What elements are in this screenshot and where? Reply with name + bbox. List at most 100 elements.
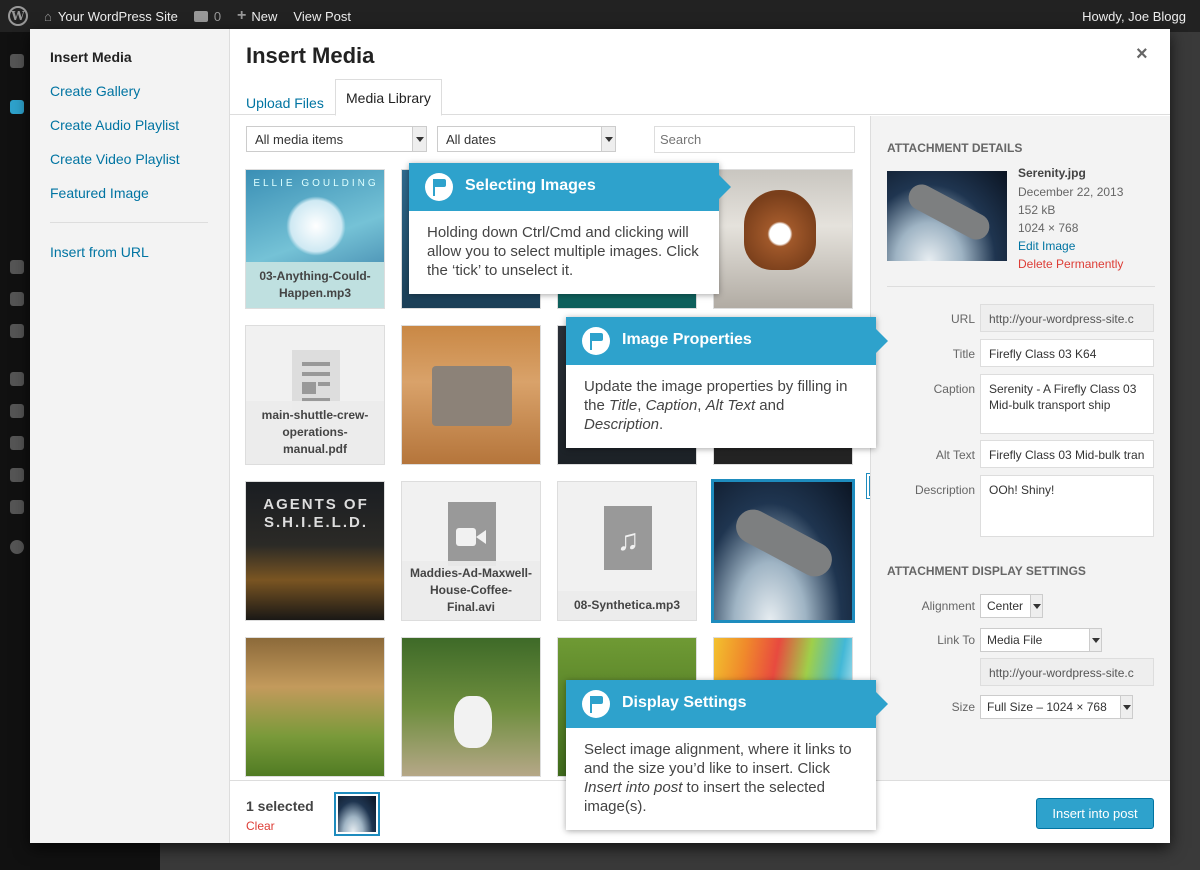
attachment-details-sidebar: Attachment Details Serenity.jpg December… xyxy=(870,116,1170,780)
menu-create-video-playlist[interactable]: Create Video Playlist xyxy=(50,151,180,167)
pages-icon xyxy=(10,292,24,306)
media-icon xyxy=(10,260,24,274)
link-to-label: Link To xyxy=(937,633,975,647)
plus-icon: + xyxy=(237,7,247,24)
home-icon: ⌂ xyxy=(44,8,52,24)
tools-icon xyxy=(10,468,24,482)
file-name-label: 08-Synthetica.mp3 xyxy=(558,591,696,620)
account-greeting[interactable]: Howdy, Joe Blogg xyxy=(1074,0,1200,32)
flag-icon xyxy=(582,327,610,355)
audio-file-icon: ♫ xyxy=(604,506,652,570)
delete-permanently-link[interactable]: Delete Permanently xyxy=(1018,257,1123,271)
admin-bar: W ⌂ Your WordPress Site 0 + New View Pos… xyxy=(0,0,1200,32)
details-divider xyxy=(887,286,1155,287)
attachment-dimensions: 1024 × 768 xyxy=(1018,221,1079,235)
users-icon xyxy=(10,436,24,450)
attachment-tile[interactable] xyxy=(245,637,385,777)
insert-into-post-button[interactable]: Insert into post xyxy=(1036,798,1154,829)
attachment-tile[interactable]: Maddies-Ad-Maxwell-House-Coffee-Final.av… xyxy=(401,481,541,621)
caption-label: Caption xyxy=(933,382,975,396)
view-post-link[interactable]: View Post xyxy=(285,0,359,32)
flag-icon xyxy=(582,690,610,718)
attachment-filesize: 152 kB xyxy=(1018,203,1056,217)
plugins-icon xyxy=(10,404,24,418)
url-field[interactable]: http://your-wordpress-site.c xyxy=(980,304,1154,332)
date-filter[interactable]: All dates xyxy=(437,126,616,152)
kitten-shape xyxy=(454,696,492,748)
attachment-date: December 22, 2013 xyxy=(1018,185,1124,199)
attachment-tile[interactable] xyxy=(401,325,541,465)
tab-upload-files[interactable]: Upload Files xyxy=(236,87,334,119)
callout-image-properties: Image Properties Update the image proper… xyxy=(566,317,888,448)
attachment-thumbnail xyxy=(887,171,1007,261)
rover-body-shape xyxy=(432,366,512,426)
modal-title: Insert Media xyxy=(246,43,375,68)
size-select[interactable]: Full Size – 1024 × 768 xyxy=(980,695,1133,719)
clear-selection-link[interactable]: Clear xyxy=(246,819,275,833)
edit-image-link[interactable]: Edit Image xyxy=(1018,239,1075,253)
router-tabs: Upload Files Media Library xyxy=(230,79,1170,116)
caption-textarea[interactable]: Serenity - A Firefly Class 03 Mid-bulk t… xyxy=(980,374,1154,434)
video-file-icon xyxy=(448,502,496,566)
link-url-field[interactable]: http://your-wordpress-site.c xyxy=(980,658,1154,686)
file-name-label: 03-Anything-Could-Happen.mp3 xyxy=(246,262,384,308)
alt-text-label: Alt Text xyxy=(935,448,975,462)
flag-icon xyxy=(425,173,453,201)
attachment-tile[interactable]: AGENTS OF S.H.I.E.L.D. xyxy=(245,481,385,621)
search-input[interactable] xyxy=(654,126,855,153)
comments-icon xyxy=(10,324,24,338)
attachment-details-heading: Attachment Details xyxy=(887,141,1023,155)
attachment-tile[interactable]: main-shuttle-crew-operations-manual.pdf xyxy=(245,325,385,465)
menu-separator xyxy=(50,222,208,223)
selected-count: 1 selected xyxy=(246,798,314,814)
new-content-link[interactable]: + New xyxy=(229,0,285,32)
attachment-filename: Serenity.jpg xyxy=(1018,166,1086,180)
wordpress-logo-icon[interactable]: W xyxy=(0,0,36,32)
file-name-label: main-shuttle-crew-operations-manual.pdf xyxy=(246,401,384,464)
link-to-select[interactable]: Media File xyxy=(980,628,1102,652)
chevron-down-icon xyxy=(1030,595,1042,617)
appearance-icon xyxy=(10,372,24,386)
dashboard-icon xyxy=(10,54,24,68)
alignment-select[interactable]: Center xyxy=(980,594,1043,618)
chevron-down-icon xyxy=(1089,629,1101,651)
settings-icon xyxy=(10,500,24,514)
collapse-icon xyxy=(10,540,24,554)
tab-media-library[interactable]: Media Library xyxy=(335,79,442,116)
title-field[interactable]: Firefly Class 03 K64 xyxy=(980,339,1154,367)
chevron-down-icon xyxy=(1120,696,1132,718)
attachment-tile[interactable]: ♫ 08-Synthetica.mp3 xyxy=(557,481,697,621)
attachment-tile-selected[interactable] xyxy=(711,479,855,623)
selection-thumbnail[interactable] xyxy=(334,792,380,836)
poster-title-text: AGENTS OF S.H.I.E.L.D. xyxy=(263,496,369,531)
comment-bubble-icon xyxy=(193,10,208,22)
title-label: Title xyxy=(952,347,975,361)
description-label: Description xyxy=(914,483,975,497)
chevron-down-icon xyxy=(601,127,615,151)
menu-insert-media[interactable]: Insert Media xyxy=(50,49,132,65)
attachment-tile[interactable]: ELLIE GOULDING 03-Anything-Could-Happen.… xyxy=(245,169,385,309)
attachment-tile[interactable] xyxy=(401,637,541,777)
chevron-down-icon xyxy=(412,127,426,151)
alignment-label: Alignment xyxy=(921,599,975,613)
menu-create-audio-playlist[interactable]: Create Audio Playlist xyxy=(50,117,179,133)
menu-insert-from-url[interactable]: Insert from URL xyxy=(50,244,149,260)
callout-display-settings: Display Settings Select image alignment,… xyxy=(566,680,888,830)
puppy-in-grass-photo xyxy=(246,638,384,776)
alt-text-field[interactable]: Firefly Class 03 Mid-bulk tran xyxy=(980,440,1154,468)
attachment-tile[interactable] xyxy=(713,169,853,309)
site-name-link[interactable]: ⌂ Your WordPress Site xyxy=(36,0,186,32)
url-label: URL xyxy=(950,312,975,326)
menu-create-gallery[interactable]: Create Gallery xyxy=(50,83,140,99)
callout-selecting-images: Selecting Images Holding down Ctrl/Cmd a… xyxy=(409,163,731,294)
media-type-filter[interactable]: All media items xyxy=(246,126,427,152)
hair-shape xyxy=(286,196,346,256)
menu-featured-image[interactable]: Featured Image xyxy=(50,185,149,201)
close-icon[interactable]: × xyxy=(1136,43,1148,66)
description-textarea[interactable]: OOh! Shiny! xyxy=(980,475,1154,537)
file-name-label: Maddies-Ad-Maxwell-House-Coffee-Final.av… xyxy=(402,561,540,620)
display-settings-heading: Attachment Display Settings xyxy=(887,564,1086,578)
media-frame-menu: Insert Media Create Gallery Create Audio… xyxy=(30,29,230,843)
dog-head-shape xyxy=(744,190,816,270)
comments-link[interactable]: 0 xyxy=(186,0,229,32)
